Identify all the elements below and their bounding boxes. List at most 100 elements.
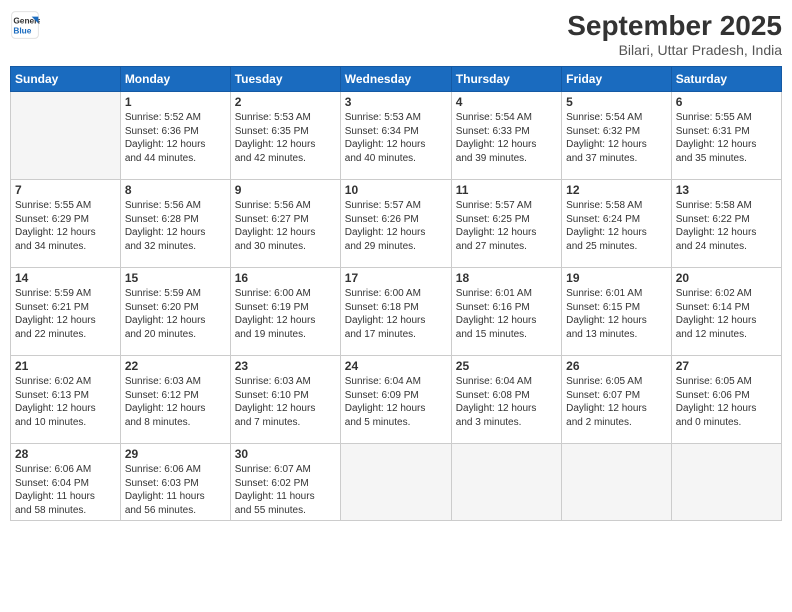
day-info: Sunrise: 6:01 AM Sunset: 6:15 PM Dayligh…: [566, 287, 667, 341]
table-row: [562, 444, 672, 521]
day-number: 5: [566, 95, 667, 109]
day-info: Sunrise: 5:59 AM Sunset: 6:20 PM Dayligh…: [125, 287, 226, 341]
day-info: Sunrise: 6:00 AM Sunset: 6:18 PM Dayligh…: [345, 287, 447, 341]
week-row-2: 7Sunrise: 5:55 AM Sunset: 6:29 PM Daylig…: [11, 180, 782, 268]
day-number: 16: [235, 271, 336, 285]
col-saturday: Saturday: [671, 67, 781, 92]
day-info: Sunrise: 6:04 AM Sunset: 6:09 PM Dayligh…: [345, 375, 447, 429]
day-number: 13: [676, 183, 777, 197]
day-info: Sunrise: 5:55 AM Sunset: 6:29 PM Dayligh…: [15, 199, 116, 253]
table-row: 16 Sunrise: 6:00 AM Sunset: 6:19 PM Dayli…: [230, 268, 340, 356]
table-row: 26 Sunrise: 6:05 AM Sunset: 6:07 PM Dayli…: [562, 356, 672, 444]
day-info: Sunrise: 5:57 AM Sunset: 6:26 PM Dayligh…: [345, 199, 447, 253]
table-row: [451, 444, 561, 521]
day-info: Sunrise: 6:06 AM Sunset: 6:03 PM Dayligh…: [125, 463, 226, 517]
table-row: 21Sunrise: 6:02 AM Sunset: 6:13 PM Dayli…: [11, 356, 121, 444]
day-info: Sunrise: 5:56 AM Sunset: 6:28 PM Dayligh…: [125, 199, 226, 253]
table-row: [340, 444, 451, 521]
calendar-table: Sunday Monday Tuesday Wednesday Thursday…: [10, 66, 782, 521]
table-row: 27 Sunrise: 6:05 AM Sunset: 6:06 PM Dayli…: [671, 356, 781, 444]
table-row: 25 Sunrise: 6:04 AM Sunset: 6:08 PM Dayli…: [451, 356, 561, 444]
day-number: 1: [125, 95, 226, 109]
day-info: Sunrise: 6:04 AM Sunset: 6:08 PM Dayligh…: [456, 375, 557, 429]
col-monday: Monday: [120, 67, 230, 92]
svg-text:Blue: Blue: [13, 25, 31, 35]
subtitle: Bilari, Uttar Pradesh, India: [567, 42, 782, 58]
day-info: Sunrise: 6:03 AM Sunset: 6:12 PM Dayligh…: [125, 375, 226, 429]
table-row: 19 Sunrise: 6:01 AM Sunset: 6:15 PM Dayli…: [562, 268, 672, 356]
day-number: 14: [15, 271, 116, 285]
day-info: Sunrise: 5:59 AM Sunset: 6:21 PM Dayligh…: [15, 287, 116, 341]
day-number: 23: [235, 359, 336, 373]
col-thursday: Thursday: [451, 67, 561, 92]
day-number: 29: [125, 447, 226, 461]
week-row-5: 28 Sunrise: 6:06 AM Sunset: 6:04 PM Dayli…: [11, 444, 782, 521]
day-info: Sunrise: 6:01 AM Sunset: 6:16 PM Dayligh…: [456, 287, 557, 341]
day-number: 12: [566, 183, 667, 197]
table-row: 5 Sunrise: 5:54 AM Sunset: 6:32 PM Daylig…: [562, 92, 672, 180]
table-row: 2 Sunrise: 5:53 AM Sunset: 6:35 PM Daylig…: [230, 92, 340, 180]
day-number: 24: [345, 359, 447, 373]
day-info: Sunrise: 5:58 AM Sunset: 6:24 PM Dayligh…: [566, 199, 667, 253]
title-block: September 2025 Bilari, Uttar Pradesh, In…: [567, 10, 782, 58]
table-row: 14 Sunrise: 5:59 AM Sunset: 6:21 PM Dayli…: [11, 268, 121, 356]
col-tuesday: Tuesday: [230, 67, 340, 92]
table-row: 7Sunrise: 5:55 AM Sunset: 6:29 PM Daylig…: [11, 180, 121, 268]
day-number: 28: [15, 447, 116, 461]
day-number: 2: [235, 95, 336, 109]
day-number: 4: [456, 95, 557, 109]
week-row-1: 1 Sunrise: 5:52 AM Sunset: 6:36 PM Daylig…: [11, 92, 782, 180]
day-info: Sunrise: 6:03 AM Sunset: 6:10 PM Dayligh…: [235, 375, 336, 429]
day-number: 19: [566, 271, 667, 285]
day-number: 22: [125, 359, 226, 373]
day-info: Sunrise: 5:54 AM Sunset: 6:32 PM Dayligh…: [566, 111, 667, 165]
calendar-page: General Blue September 2025 Bilari, Utta…: [0, 0, 792, 612]
day-number: 8: [125, 183, 226, 197]
day-info: Sunrise: 5:56 AM Sunset: 6:27 PM Dayligh…: [235, 199, 336, 253]
day-info: Sunrise: 6:05 AM Sunset: 6:06 PM Dayligh…: [676, 375, 777, 429]
day-number: 6: [676, 95, 777, 109]
day-info: Sunrise: 6:02 AM Sunset: 6:13 PM Dayligh…: [15, 375, 116, 429]
table-row: 20 Sunrise: 6:02 AM Sunset: 6:14 PM Dayli…: [671, 268, 781, 356]
day-info: Sunrise: 6:06 AM Sunset: 6:04 PM Dayligh…: [15, 463, 116, 517]
header-row: Sunday Monday Tuesday Wednesday Thursday…: [11, 67, 782, 92]
day-number: 20: [676, 271, 777, 285]
day-number: 26: [566, 359, 667, 373]
day-info: Sunrise: 5:52 AM Sunset: 6:36 PM Dayligh…: [125, 111, 226, 165]
table-row: 12 Sunrise: 5:58 AM Sunset: 6:24 PM Dayli…: [562, 180, 672, 268]
table-row: 30Sunrise: 6:07 AM Sunset: 6:02 PM Dayli…: [230, 444, 340, 521]
table-row: 17 Sunrise: 6:00 AM Sunset: 6:18 PM Dayli…: [340, 268, 451, 356]
table-row: 18 Sunrise: 6:01 AM Sunset: 6:16 PM Dayli…: [451, 268, 561, 356]
day-number: 27: [676, 359, 777, 373]
table-row: 24 Sunrise: 6:04 AM Sunset: 6:09 PM Dayli…: [340, 356, 451, 444]
week-row-4: 21Sunrise: 6:02 AM Sunset: 6:13 PM Dayli…: [11, 356, 782, 444]
day-number: 9: [235, 183, 336, 197]
day-number: 25: [456, 359, 557, 373]
table-row: [671, 444, 781, 521]
header: General Blue September 2025 Bilari, Utta…: [10, 10, 782, 58]
day-info: Sunrise: 6:05 AM Sunset: 6:07 PM Dayligh…: [566, 375, 667, 429]
table-row: 22 Sunrise: 6:03 AM Sunset: 6:12 PM Dayli…: [120, 356, 230, 444]
day-info: Sunrise: 5:55 AM Sunset: 6:31 PM Dayligh…: [676, 111, 777, 165]
day-info: Sunrise: 5:53 AM Sunset: 6:34 PM Dayligh…: [345, 111, 447, 165]
day-number: 10: [345, 183, 447, 197]
day-info: Sunrise: 5:53 AM Sunset: 6:35 PM Dayligh…: [235, 111, 336, 165]
day-info: Sunrise: 5:58 AM Sunset: 6:22 PM Dayligh…: [676, 199, 777, 253]
day-number: 17: [345, 271, 447, 285]
table-row: 4 Sunrise: 5:54 AM Sunset: 6:33 PM Daylig…: [451, 92, 561, 180]
day-info: Sunrise: 6:02 AM Sunset: 6:14 PM Dayligh…: [676, 287, 777, 341]
table-row: 29 Sunrise: 6:06 AM Sunset: 6:03 PM Dayli…: [120, 444, 230, 521]
day-info: Sunrise: 5:57 AM Sunset: 6:25 PM Dayligh…: [456, 199, 557, 253]
col-friday: Friday: [562, 67, 672, 92]
table-row: 28 Sunrise: 6:06 AM Sunset: 6:04 PM Dayli…: [11, 444, 121, 521]
day-number: 18: [456, 271, 557, 285]
day-info: Sunrise: 6:00 AM Sunset: 6:19 PM Dayligh…: [235, 287, 336, 341]
table-row: 6 Sunrise: 5:55 AM Sunset: 6:31 PM Daylig…: [671, 92, 781, 180]
day-info: Sunrise: 6:07 AM Sunset: 6:02 PM Dayligh…: [235, 463, 336, 517]
table-row: 23 Sunrise: 6:03 AM Sunset: 6:10 PM Dayli…: [230, 356, 340, 444]
day-number: 3: [345, 95, 447, 109]
day-info: Sunrise: 5:54 AM Sunset: 6:33 PM Dayligh…: [456, 111, 557, 165]
table-row: 8 Sunrise: 5:56 AM Sunset: 6:28 PM Daylig…: [120, 180, 230, 268]
col-sunday: Sunday: [11, 67, 121, 92]
table-row: [11, 92, 121, 180]
